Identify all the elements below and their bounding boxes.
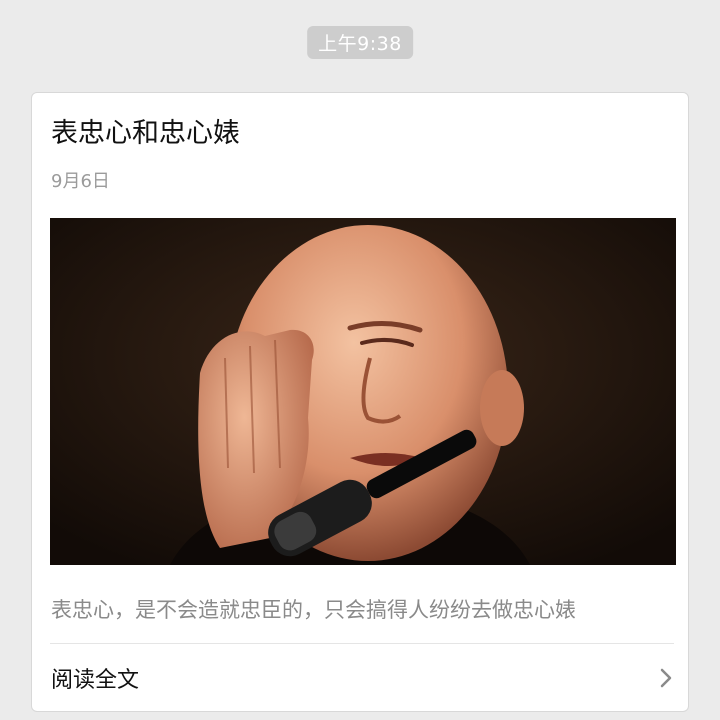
cover-photo-illustration: [50, 218, 676, 565]
message-timestamp: 上午9:38: [307, 26, 413, 59]
read-more-label: 阅读全文: [51, 668, 140, 693]
article-card[interactable]: 表忠心和忠心婊 9月6日 表忠心，是不会造就忠臣的，只会搞得人纷纷去做忠心婊 阅…: [31, 92, 689, 712]
article-title[interactable]: 表忠心和忠心婊: [51, 111, 240, 150]
read-full-article-link[interactable]: 阅读全文: [32, 644, 688, 710]
chevron-right-icon: [660, 668, 672, 692]
article-digest: 表忠心，是不会造就忠臣的，只会搞得人纷纷去做忠心婊: [51, 598, 576, 622]
article-cover-image[interactable]: [50, 218, 676, 565]
article-date: 9月6日: [51, 171, 110, 192]
